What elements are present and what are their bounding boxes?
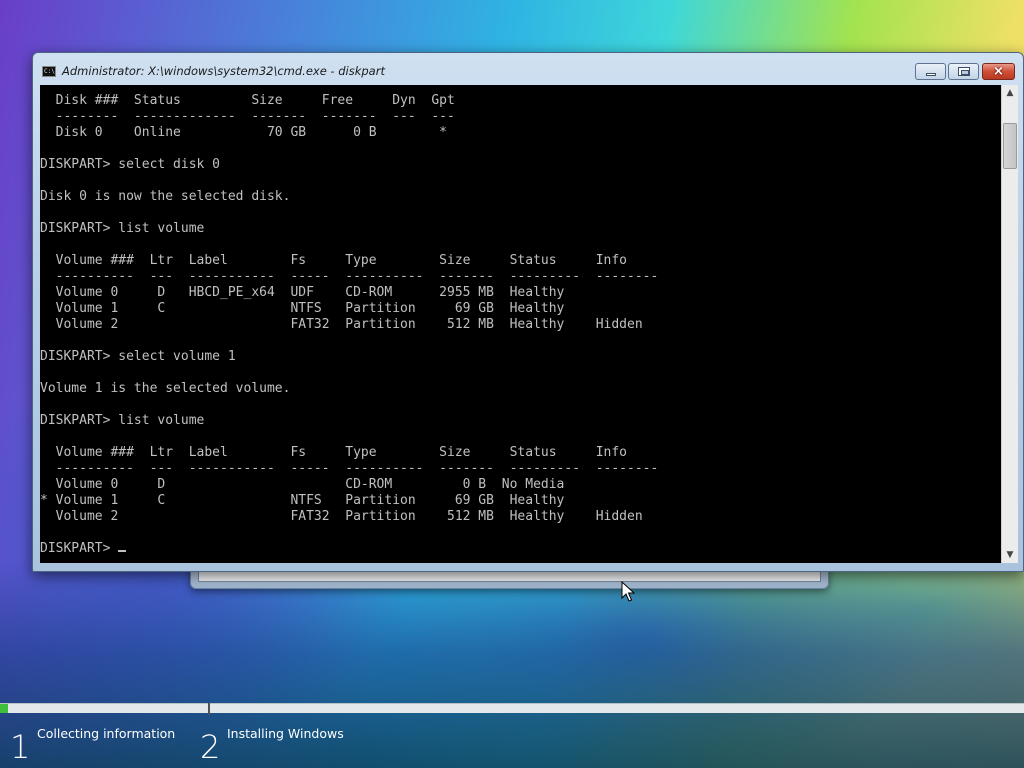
scroll-down-icon[interactable]: ▼ xyxy=(1002,547,1018,563)
progress-step-divider xyxy=(208,703,210,715)
cmd-titlebar[interactable]: C:\ Administrator: X:\windows\system32\c… xyxy=(33,53,1023,85)
setup-progress-fill xyxy=(0,704,8,713)
step-label: Installing Windows xyxy=(227,726,344,741)
cmd-window[interactable]: C:\ Administrator: X:\windows\system32\c… xyxy=(32,52,1024,572)
step-number: 1 xyxy=(10,728,31,766)
setup-progress-bar xyxy=(0,703,1024,715)
mouse-pointer-icon xyxy=(621,581,635,602)
restore-icon xyxy=(958,67,970,76)
console-text: Disk ### Status Size Free Dyn Gpt ------… xyxy=(40,93,659,556)
scroll-thumb[interactable] xyxy=(1003,123,1017,169)
setup-window-content xyxy=(198,571,821,582)
step-label: Collecting information xyxy=(37,726,176,741)
minimize-button[interactable] xyxy=(915,63,946,80)
maximize-button[interactable] xyxy=(948,63,979,80)
close-icon: × xyxy=(993,64,1004,79)
scroll-up-icon[interactable]: ▲ xyxy=(1002,85,1018,101)
close-button[interactable]: × xyxy=(982,63,1015,80)
cmd-icon: C:\ xyxy=(42,66,56,77)
minimize-icon xyxy=(926,73,936,76)
vertical-scrollbar[interactable]: ▲ ▼ xyxy=(1001,85,1018,563)
window-title: Administrator: X:\windows\system32\cmd.e… xyxy=(62,64,385,78)
console-output[interactable]: Disk ### Status Size Free Dyn Gpt ------… xyxy=(40,85,1001,563)
step-number: 2 xyxy=(200,728,221,766)
text-cursor xyxy=(118,550,127,552)
